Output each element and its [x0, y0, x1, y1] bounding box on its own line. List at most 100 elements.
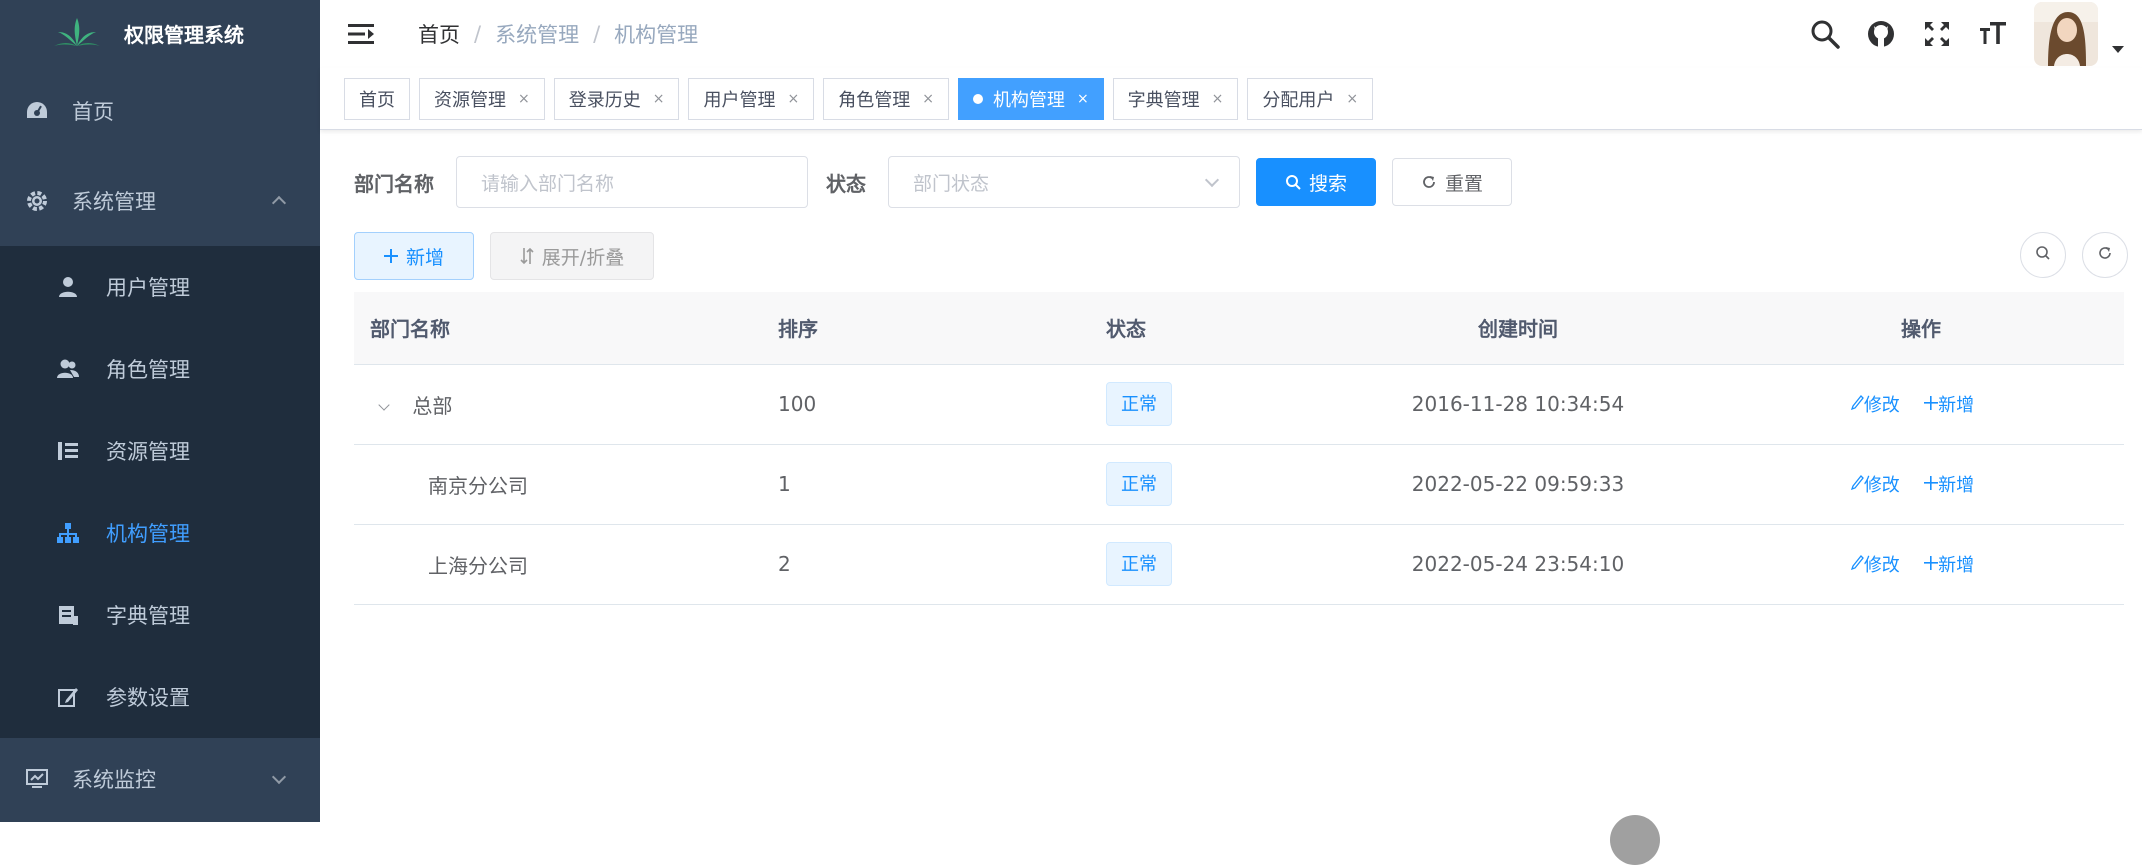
close-icon[interactable]: ×: [1077, 91, 1089, 107]
dept-order: 1: [778, 444, 1106, 525]
breadcrumb: 首页 / 系统管理 / 机构管理: [418, 19, 698, 49]
avatar[interactable]: [2034, 2, 2098, 66]
plus-icon: [1924, 394, 1939, 415]
dept-name-label: 部门名称: [354, 171, 434, 196]
refresh-table-button[interactable]: [2082, 232, 2128, 278]
status-badge: 正常: [1106, 542, 1172, 586]
status-badge: 正常: [1106, 462, 1172, 506]
github-icon[interactable]: [1864, 17, 1898, 51]
refresh-icon: [2097, 245, 2113, 265]
add-label: 新增: [1938, 395, 1975, 417]
expand-collapse-label: 展开/折叠: [541, 246, 625, 269]
logo-icon: [54, 18, 100, 46]
refresh-icon: [1421, 174, 1437, 190]
org-tree-icon: [56, 521, 80, 545]
sidebar-item-monitor[interactable]: 系统监控: [0, 738, 320, 820]
status-select[interactable]: 部门状态: [888, 156, 1240, 208]
tag-label: 首页: [359, 89, 395, 111]
main-area: 首页 / 系统管理 / 机构管理 首页 资源管理 × 登录历史 × 用户管理 ×…: [320, 0, 2142, 865]
status-placeholder: 部门状态: [913, 172, 990, 195]
expand-arrow-icon[interactable]: [378, 398, 390, 411]
breadcrumb-item[interactable]: 首页: [418, 19, 460, 49]
page-content: 部门名称 请输入部门名称 状态 部门状态 搜索 重置 新增 展开/折叠 部门名称…: [320, 156, 2142, 605]
tag-label: 分配用户: [1262, 89, 1335, 111]
edit-button[interactable]: 修改: [1850, 471, 1900, 497]
column-header-name: 部门名称: [354, 292, 778, 365]
dept-name-input[interactable]: 请输入部门名称: [456, 156, 808, 208]
tag-organizations[interactable]: 机构管理 ×: [957, 77, 1104, 120]
sort-icon: [520, 247, 534, 265]
right-menu: [1786, 0, 2124, 68]
edit-button[interactable]: 修改: [1850, 391, 1900, 417]
toggle-search-button[interactable]: [2020, 232, 2066, 278]
search-form: 部门名称 请输入部门名称 状态 部门状态 搜索 重置: [354, 156, 2118, 208]
column-header-actions: 操作: [1718, 292, 2124, 365]
dept-name-placeholder: 请输入部门名称: [481, 172, 615, 195]
chevron-down-icon: [1204, 172, 1220, 188]
sidebar-item-dictionary[interactable]: 字典管理: [0, 574, 320, 656]
logo[interactable]: 权限管理系统: [0, 0, 320, 66]
breadcrumb-item: 机构管理: [614, 23, 699, 47]
tag-users[interactable]: 用户管理 ×: [688, 77, 815, 120]
edit-button[interactable]: 修改: [1850, 551, 1900, 577]
sidebar-item-roles[interactable]: 角色管理: [0, 328, 320, 410]
reset-button[interactable]: 重置: [1392, 158, 1512, 206]
sidebar-item-resources[interactable]: 资源管理: [0, 410, 320, 492]
sidebar-item-label: 用户管理: [106, 276, 190, 300]
expand-collapse-button[interactable]: 展开/折叠: [490, 232, 654, 280]
dept-created: 2022-05-22 09:59:33: [1318, 444, 1718, 525]
breadcrumb-item: 系统管理: [495, 23, 580, 47]
sidebar-item-label: 资源管理: [106, 440, 190, 464]
caret-down-icon[interactable]: [2112, 45, 2124, 53]
plus-icon: [1924, 554, 1939, 575]
search-button[interactable]: 搜索: [1256, 158, 1376, 206]
add-child-button[interactable]: 新增: [1924, 551, 1974, 577]
tag-label: 登录历史: [568, 89, 641, 111]
font-size-icon[interactable]: [1976, 17, 2010, 51]
close-icon[interactable]: ×: [1346, 91, 1358, 107]
search-icon[interactable]: [1808, 17, 1842, 51]
close-icon[interactable]: ×: [922, 91, 934, 107]
submenu-system: 用户管理 角色管理 资源管理 机构管理 字典管理 参数设置: [0, 246, 320, 738]
hamburger-icon[interactable]: [348, 21, 378, 47]
dept-created: 2016-11-28 10:34:54: [1318, 364, 1718, 445]
edit-icon: [1850, 554, 1864, 575]
sidebar-item-params[interactable]: 参数设置: [0, 656, 320, 738]
fullscreen-icon[interactable]: [1920, 17, 1954, 51]
active-dot-icon: [972, 93, 983, 104]
sidebar-item-organizations[interactable]: 机构管理: [0, 492, 320, 574]
tag-roles[interactable]: 角色管理 ×: [823, 77, 949, 120]
sidebar-item-label: 字典管理: [106, 604, 190, 628]
close-icon[interactable]: ×: [787, 91, 799, 107]
navbar: 首页 / 系统管理 / 机构管理: [320, 0, 2142, 68]
sidebar-item-system[interactable]: 系统管理: [0, 156, 320, 246]
sidebar-item-label: 参数设置: [106, 686, 190, 710]
add-child-button[interactable]: 新增: [1924, 471, 1974, 497]
search-icon: [1285, 174, 1301, 190]
sidebar-item-users[interactable]: 用户管理: [0, 246, 320, 328]
dashboard-icon: [24, 98, 50, 124]
add-label: 新增: [1938, 475, 1975, 497]
tag-dictionary[interactable]: 字典管理 ×: [1112, 77, 1239, 120]
tag-login-history[interactable]: 登录历史 ×: [553, 77, 680, 120]
tag-label: 用户管理: [703, 89, 776, 111]
tag-assign-users[interactable]: 分配用户 ×: [1247, 77, 1374, 120]
breadcrumb-separator: /: [474, 22, 482, 46]
add-button[interactable]: 新增: [354, 232, 474, 280]
close-icon[interactable]: ×: [518, 91, 530, 107]
close-icon[interactable]: ×: [653, 91, 665, 107]
edit-icon: [56, 685, 80, 709]
search-button-label: 搜索: [1308, 172, 1347, 195]
search-icon: [2035, 245, 2051, 265]
tag-resources[interactable]: 资源管理 ×: [419, 77, 545, 120]
tag-home[interactable]: 首页: [344, 77, 410, 120]
add-label: 新增: [1938, 555, 1975, 577]
add-child-button[interactable]: 新增: [1924, 391, 1974, 417]
table-header-row: 部门名称 排序 状态 创建时间 操作: [354, 292, 2124, 365]
sidebar-item-home[interactable]: 首页: [0, 66, 320, 156]
edit-label: 修改: [1863, 555, 1900, 577]
edit-label: 修改: [1863, 475, 1900, 497]
close-icon[interactable]: ×: [1212, 91, 1224, 107]
tag-label: 机构管理: [992, 89, 1065, 111]
status-label: 状态: [826, 171, 866, 196]
